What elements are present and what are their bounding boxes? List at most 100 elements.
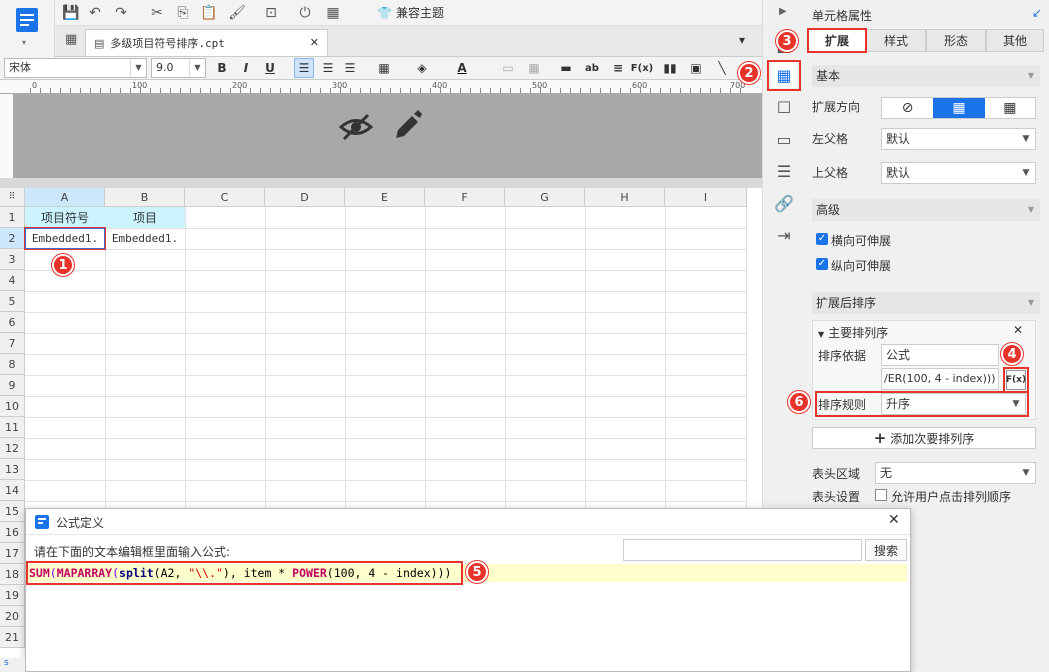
section-advanced[interactable]: 高级 ▼ (812, 199, 1040, 221)
edit-pencil-icon[interactable] (392, 110, 422, 142)
remove-sort-icon[interactable]: ✕ (1013, 323, 1023, 337)
section-sort[interactable]: 扩展后排序 ▼ (812, 292, 1040, 314)
column-header-d[interactable]: D (265, 188, 345, 207)
column-header-f[interactable]: F (425, 188, 505, 207)
row-header-2[interactable]: 2 (0, 228, 25, 249)
top-parent-select[interactable]: 默认 ▼ (881, 162, 1036, 184)
copy-icon[interactable]: ⎘ (173, 3, 193, 23)
row-header-13[interactable]: 13 (0, 459, 25, 480)
allow-sort-click-checkbox[interactable] (875, 489, 887, 501)
cell-a1[interactable]: 项目符号 (25, 207, 105, 228)
collapse-arrow-icon[interactable]: ▶ (779, 6, 787, 17)
add-secondary-sort-button[interactable]: + 添加次要排列序 (812, 427, 1036, 449)
row-header-8[interactable]: 8 (0, 354, 25, 375)
vertical-expand-icon[interactable]: ▦ (933, 98, 985, 118)
tab-style[interactable]: 样式 (866, 29, 926, 52)
column-header-b[interactable]: B (105, 188, 185, 207)
plugin-icon[interactable]: ⏻ (295, 3, 315, 23)
formula-search-input[interactable] (623, 539, 862, 561)
v-expand-checkbox[interactable]: ✓ (816, 258, 828, 270)
image-icon[interactable]: ▣ (686, 58, 706, 78)
eye-hidden-icon[interactable] (338, 112, 374, 142)
cut-icon[interactable]: ✂ (147, 3, 167, 23)
param-icon[interactable]: ▦ (323, 3, 343, 23)
row-header-10[interactable]: 10 (0, 396, 25, 417)
split-icon[interactable]: ▦ (524, 58, 544, 78)
row-header-4[interactable]: 4 (0, 270, 25, 291)
row-header-12[interactable]: 12 (0, 438, 25, 459)
slash-icon[interactable]: ╲ (712, 58, 732, 78)
insert-cell-icon[interactable]: ▬ (556, 58, 576, 78)
row-header-1[interactable]: 1 (0, 207, 25, 228)
tab-other[interactable]: 其他 (986, 29, 1044, 52)
font-color-icon[interactable]: A (452, 58, 472, 78)
row-header-7[interactable]: 7 (0, 333, 25, 354)
row-header-9[interactable]: 9 (0, 375, 25, 396)
close-dialog-icon[interactable]: ✕ (888, 512, 900, 528)
section-basic[interactable]: 基本 ▼ (812, 65, 1040, 87)
underline-button[interactable]: U (260, 58, 280, 78)
grid-view-icon[interactable]: ▦ (65, 32, 77, 47)
align-left-button[interactable]: ☰ (294, 58, 314, 78)
row-header-14[interactable]: 14 (0, 480, 25, 501)
column-header-g[interactable]: G (505, 188, 585, 207)
row-header-11[interactable]: 11 (0, 417, 25, 438)
cell-b2[interactable]: Embedded1. (105, 228, 185, 249)
close-tab-icon[interactable]: ✕ (310, 36, 319, 49)
column-header-c[interactable]: C (185, 188, 265, 207)
fill-color-icon[interactable]: ◈ (412, 58, 432, 78)
chart-icon[interactable]: ▮▮ (660, 58, 680, 78)
row-header-17[interactable]: 17 (0, 543, 25, 564)
search-button[interactable]: 搜索 (865, 539, 907, 561)
column-header-e[interactable]: E (345, 188, 425, 207)
sheet-tab-stub[interactable]: s (0, 658, 25, 672)
column-header-i[interactable]: I (665, 188, 747, 207)
header-area-select[interactable]: 无 ▼ (875, 462, 1036, 484)
chevron-down-icon[interactable]: ▾ (22, 38, 26, 47)
border-icon[interactable]: ▦ (374, 58, 394, 78)
row-header-19[interactable]: 19 (0, 585, 25, 606)
tab-menu-icon[interactable]: ▾ (739, 33, 745, 47)
document-tab[interactable]: ▤ 多级项目符号排序.cpt ✕ (85, 29, 328, 56)
pin-arrow-icon[interactable]: ↙ (1032, 6, 1042, 20)
primary-sort-header[interactable]: ▼ 主要排列序 (818, 324, 888, 341)
row-header-5[interactable]: 5 (0, 291, 25, 312)
row-header-15[interactable]: 15 (0, 501, 25, 522)
sort-formula-field[interactable]: /ER(100, 4 - index))) (881, 368, 999, 390)
import-icon[interactable]: ⇥ (771, 222, 797, 248)
compat-theme-button[interactable]: 👕 兼容主题 (377, 4, 444, 21)
row-header-20[interactable]: 20 (0, 606, 25, 627)
save-icon[interactable]: 💾 (61, 3, 81, 23)
app-logo-icon[interactable] (14, 6, 40, 34)
undo-icon[interactable]: ↶ (85, 3, 105, 23)
corner-cell[interactable]: ⠿ (0, 188, 25, 207)
font-select[interactable]: 宋体 ▼ (4, 58, 147, 78)
formula-button[interactable]: F(x) (631, 58, 653, 78)
italic-button[interactable]: I (236, 58, 256, 78)
row-header-16[interactable]: 16 (0, 522, 25, 543)
align-right-button[interactable]: ☰ (340, 58, 360, 78)
page-header-area[interactable] (14, 94, 762, 178)
paste-icon[interactable]: 📋 (199, 3, 219, 23)
row-header-3[interactable]: 3 (0, 249, 25, 270)
cell-b1[interactable]: 项目 (105, 207, 185, 228)
condition-icon[interactable]: ☰ (771, 158, 797, 184)
bold-button[interactable]: B (212, 58, 232, 78)
row-header-21[interactable]: 21 (0, 627, 25, 648)
sort-basis-select[interactable]: 公式 (881, 344, 999, 366)
font-size-select[interactable]: 9.0 ▼ (151, 58, 206, 78)
tab-form[interactable]: 形态 (926, 29, 986, 52)
hyperlink-icon[interactable]: 🔗 (771, 190, 797, 216)
merge-icon[interactable]: ▭ (498, 58, 518, 78)
redo-icon[interactable]: ↷ (111, 3, 131, 23)
richtext-icon[interactable]: ≡ (608, 58, 628, 78)
template-icon[interactable]: ⊡ (261, 3, 281, 23)
format-painter-icon[interactable]: 🖌 (227, 3, 247, 23)
h-expand-checkbox[interactable]: ✓ (816, 233, 828, 245)
text-button[interactable]: ab (582, 58, 602, 78)
left-parent-select[interactable]: 默认 ▼ (881, 128, 1036, 150)
dropdown-widget-icon[interactable]: ▭ (771, 126, 797, 152)
column-header-h[interactable]: H (585, 188, 665, 207)
row-header-6[interactable]: 6 (0, 312, 25, 333)
widget-icon[interactable]: ☐ (771, 94, 797, 120)
